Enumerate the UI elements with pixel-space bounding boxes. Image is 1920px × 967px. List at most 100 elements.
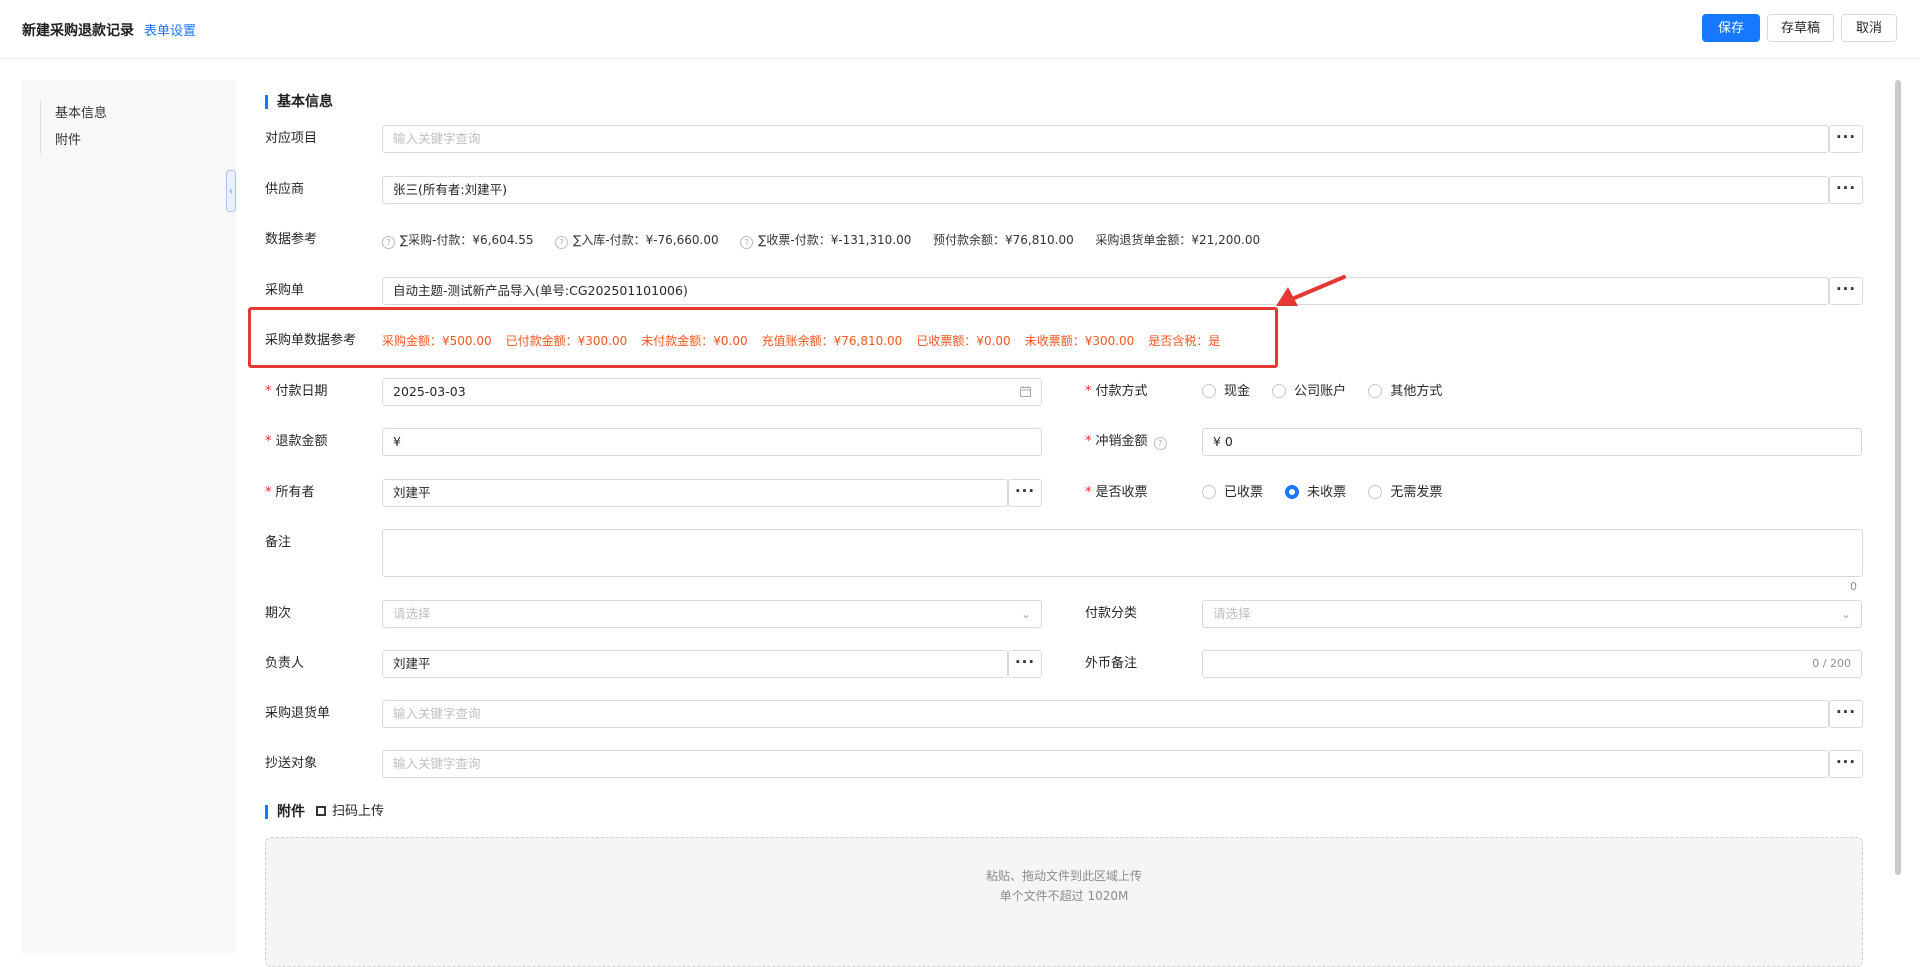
page-title: 新建采购退款记录	[22, 23, 134, 39]
invoice-not-received-label: 未收票	[1307, 485, 1347, 500]
pay-date-value: 2025-03-03	[393, 384, 466, 399]
pay-method-cash[interactable]: 现金	[1202, 384, 1250, 399]
upload-limit-text: 单个文件不超过 1020M	[999, 889, 1129, 903]
writeoff-label: * 冲销金额 ?	[1085, 428, 1172, 456]
project-input[interactable]: 输入关键字查询	[382, 125, 1829, 153]
scan-upload-button[interactable]: 扫码上传	[316, 803, 384, 821]
invoice-not-needed-label: 无需发票	[1390, 485, 1443, 500]
form-settings-link[interactable]: 表单设置	[144, 20, 196, 39]
invoice-received[interactable]: 已收票	[1202, 485, 1263, 500]
remark-label: 备注	[265, 535, 292, 550]
owner-input[interactable]: 刘建平	[382, 479, 1008, 507]
upload-dropzone[interactable]: 粘贴、拖动文件到此区域上传 单个文件不超过 1020M	[265, 837, 1863, 967]
ref-invoice-payment: ∑收票-付款：¥-131,310.00	[758, 233, 912, 247]
period-label: 期次	[265, 606, 292, 621]
return-order-input[interactable]: 输入关键字查询	[382, 700, 1829, 728]
calendar-icon[interactable]	[1020, 379, 1031, 405]
invoice-not-needed[interactable]: 无需发票	[1368, 485, 1442, 500]
pay-date-input[interactable]: 2025-03-03	[382, 378, 1042, 406]
section-title-attachments: 附件	[265, 805, 305, 819]
supplier-input[interactable]: 张三(所有者:刘建平)	[382, 176, 1829, 204]
fx-remark-counter: 0 / 200	[1812, 657, 1851, 670]
po-more-button[interactable]: ···	[1829, 277, 1863, 305]
owner-more-button[interactable]: ···	[1008, 479, 1042, 507]
annotation-highlight-box	[248, 307, 1278, 368]
invoice-radio-group: 已收票 未收票 无需发票	[1202, 479, 1460, 507]
save-draft-button[interactable]: 存草稿	[1767, 14, 1834, 42]
invoice-not-received[interactable]: 未收票	[1285, 485, 1346, 500]
supplier-more-button[interactable]: ···	[1829, 176, 1863, 204]
pay-date-label-text: 付款日期	[275, 384, 328, 399]
cancel-button[interactable]: 取消	[1841, 14, 1897, 42]
save-button[interactable]: 保存	[1702, 14, 1760, 42]
pay-category-select[interactable]: 请选择 ⌄	[1202, 600, 1862, 628]
owner-label: * 所有者	[265, 485, 315, 500]
person-input[interactable]: 刘建平	[382, 650, 1008, 678]
person-label: 负责人	[265, 656, 305, 671]
writeoff-amount-input[interactable]: ¥ 0	[1202, 428, 1862, 456]
return-order-label: 采购退货单	[265, 706, 331, 721]
period-placeholder: 请选择	[393, 606, 431, 621]
fx-remark-input[interactable]: 0 / 200	[1202, 650, 1862, 678]
chevron-down-icon[interactable]: ⌄	[1841, 601, 1851, 627]
period-select[interactable]: 请选择 ⌄	[382, 600, 1042, 628]
refund-amount-label-text: 退款金额	[275, 434, 328, 449]
person-more-button[interactable]: ···	[1008, 650, 1042, 678]
remark-counter: 0	[1850, 580, 1857, 593]
return-order-placeholder: 输入关键字查询	[393, 706, 481, 721]
help-icon[interactable]: ?	[555, 236, 569, 249]
refund-amount-input[interactable]: ¥	[382, 428, 1042, 456]
po-input[interactable]: 自动主题-测试新产品导入(单号:CG202501101006)	[382, 277, 1829, 305]
cc-label: 抄送对象	[265, 756, 318, 771]
return-order-more-button[interactable]: ···	[1829, 700, 1863, 728]
data-ref-label: 数据参考	[265, 232, 318, 247]
radio-icon[interactable]	[1368, 384, 1383, 398]
ref-purchase-payment: ∑采购-付款：¥6,604.55	[400, 233, 534, 247]
pay-method-other[interactable]: 其他方式	[1368, 384, 1442, 399]
pay-category-placeholder: 请选择	[1213, 606, 1251, 621]
writeoff-label-text: 冲销金额	[1095, 434, 1148, 449]
radio-icon[interactable]	[1202, 485, 1216, 499]
remark-textarea[interactable]	[382, 529, 1863, 577]
ref-stock-payment: ∑入库-付款：¥-76,660.00	[573, 233, 719, 247]
invoice-label-text: 是否收票	[1095, 485, 1148, 500]
pay-method-company-label: 公司账户	[1294, 384, 1347, 399]
cc-input[interactable]: 输入关键字查询	[382, 750, 1829, 778]
fx-remark-label: 外币备注	[1085, 656, 1138, 671]
supplier-label: 供应商	[265, 182, 305, 197]
collapse-icon[interactable]: ‹	[226, 170, 236, 212]
cc-more-button[interactable]: ···	[1829, 750, 1863, 778]
pay-method-radio-group: 现金 公司账户 其他方式	[1202, 378, 1460, 406]
cc-placeholder: 输入关键字查询	[393, 756, 481, 771]
help-icon[interactable]: ?	[1153, 437, 1167, 450]
top-bar: 新建采购退款记录 表单设置 保存 存草稿 取消	[0, 0, 1920, 59]
ref-return-amount: 采购退货单金额：¥21,200.00	[1095, 233, 1261, 247]
annotation-arrow-icon	[1276, 275, 1346, 306]
help-icon[interactable]: ?	[382, 236, 395, 249]
pay-method-label: * 付款方式	[1085, 384, 1148, 399]
pay-method-cash-label: 现金	[1224, 384, 1251, 399]
pay-method-other-label: 其他方式	[1390, 384, 1443, 399]
radio-icon[interactable]	[1202, 384, 1216, 398]
invoice-received-label: 已收票	[1224, 485, 1264, 500]
invoice-label: * 是否收票	[1085, 485, 1148, 500]
sidebar-item-attachments[interactable]: 附件	[55, 127, 107, 154]
upload-drop-text: 粘贴、拖动文件到此区域上传	[985, 869, 1142, 883]
help-icon[interactable]: ?	[740, 236, 754, 249]
radio-icon[interactable]	[1368, 485, 1383, 499]
section-title-basic-info: 基本信息	[265, 95, 333, 109]
radio-checked-icon[interactable]	[1285, 485, 1300, 499]
pay-method-company[interactable]: 公司账户	[1272, 384, 1346, 399]
sidebar-item-basic-info[interactable]: 基本信息	[55, 100, 107, 127]
scrollbar[interactable]	[1895, 80, 1901, 875]
po-label: 采购单	[265, 283, 305, 298]
project-more-button[interactable]: ···	[1829, 125, 1863, 153]
project-placeholder: 输入关键字查询	[393, 131, 481, 146]
sidebar	[22, 80, 236, 953]
data-reference-row: ? ∑采购-付款：¥6,604.55 ? ∑入库-付款：¥-76,660.00 ? ∑…	[382, 226, 1260, 254]
sidebar-nav: 基本信息 附件	[40, 100, 107, 154]
owner-label-text: 所有者	[275, 485, 315, 500]
radio-icon[interactable]	[1272, 384, 1287, 398]
chevron-down-icon[interactable]: ⌄	[1021, 601, 1031, 627]
pay-method-label-text: 付款方式	[1095, 384, 1148, 399]
